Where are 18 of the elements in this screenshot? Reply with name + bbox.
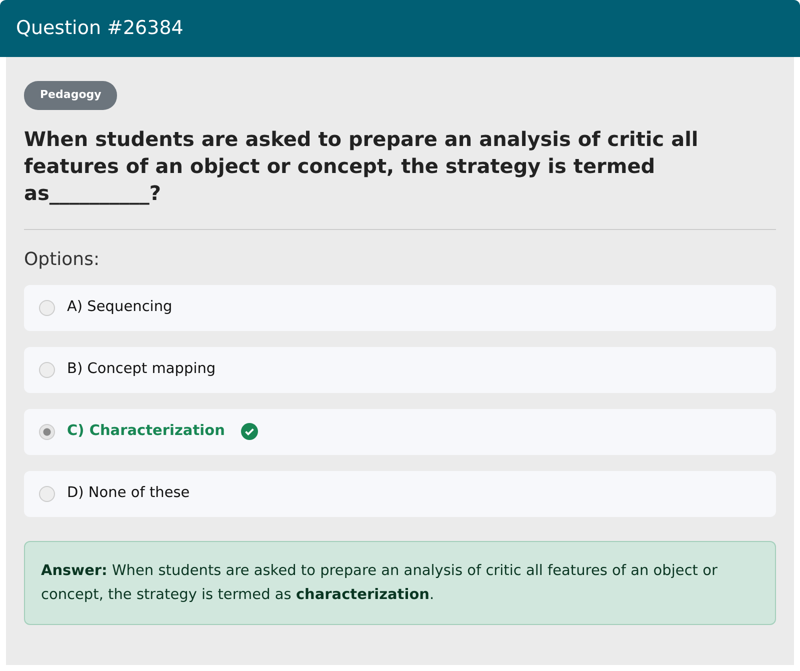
- radio-button[interactable]: [39, 486, 55, 502]
- option-label: A) Sequencing: [67, 298, 172, 317]
- option-row[interactable]: A) Sequencing: [24, 284, 776, 330]
- radio-button[interactable]: [39, 362, 55, 378]
- option-label: C) Characterization: [67, 422, 225, 441]
- options-label: Options:: [24, 248, 101, 272]
- option-row[interactable]: B) Concept mapping: [24, 346, 776, 392]
- radio-button[interactable]: [39, 424, 55, 440]
- option-label: D) None of these: [67, 484, 190, 503]
- question-text: When students are asked to prepare an analysis of critic all features of an object or concept, the strategy is termed as__________?: [24, 126, 700, 206]
- option-row[interactable]: C) Characterization: [24, 408, 776, 454]
- page-title: Question #26384: [16, 16, 184, 42]
- check-icon: [240, 423, 258, 440]
- option-row[interactable]: D) None of these: [24, 470, 776, 516]
- answer-text: Answer: When students are asked to prepare an analysis of critic all features of an object or concept, the strategy is termed as characterization.: [24, 540, 776, 624]
- category-tag: Pedagogy: [24, 81, 118, 110]
- option-label: B) Concept mapping: [67, 360, 216, 379]
- radio-button[interactable]: [39, 300, 55, 316]
